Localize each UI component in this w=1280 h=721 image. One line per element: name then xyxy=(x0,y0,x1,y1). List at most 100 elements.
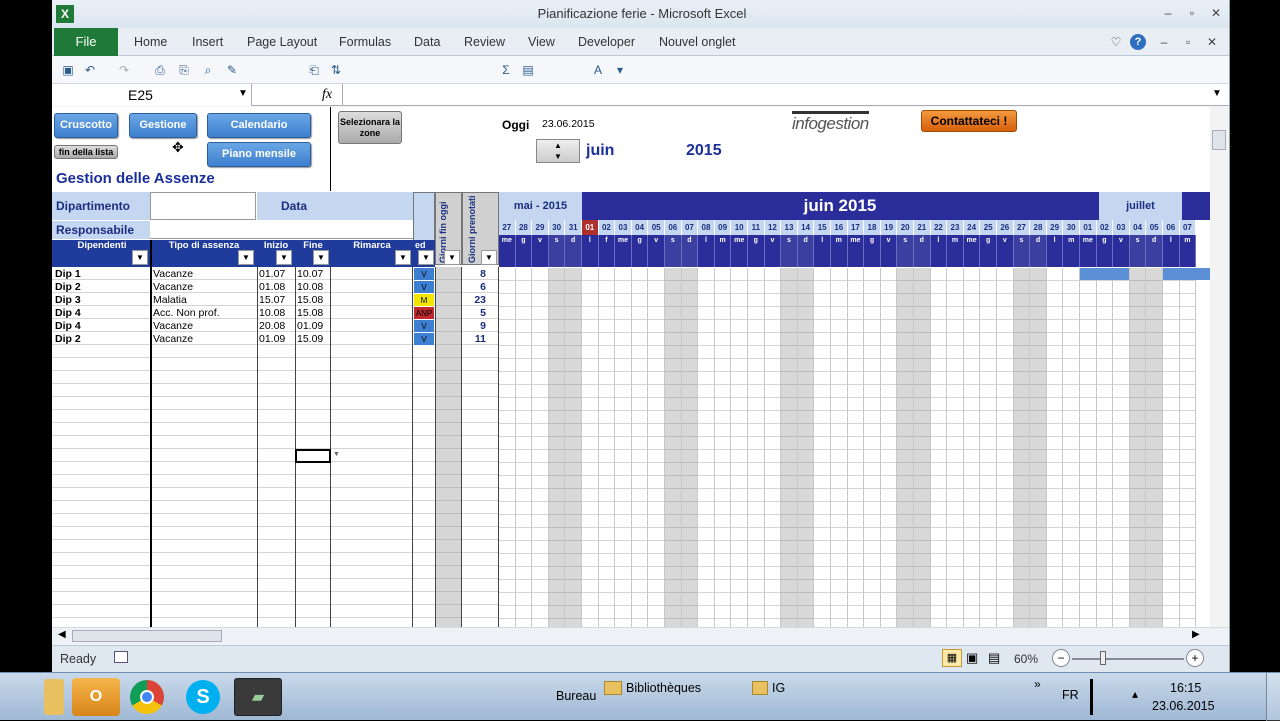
row-dipendente[interactable]: Dip 4 xyxy=(55,307,149,320)
row-dipendente[interactable]: Dip 3 xyxy=(55,294,149,307)
minimize-icon[interactable]: ‒ xyxy=(1160,6,1176,20)
calendar-day-column[interactable] xyxy=(781,268,798,627)
zoom-slider-thumb[interactable] xyxy=(1100,651,1106,665)
filter-inizio-dropdown[interactable]: ▼ xyxy=(276,250,292,265)
row-fine[interactable]: 15.08 xyxy=(297,294,330,307)
tab-nouvel-onglet[interactable]: Nouvel onglet xyxy=(659,35,735,49)
hscroll-thumb[interactable] xyxy=(72,630,222,642)
toolbar-overflow-icon[interactable]: » xyxy=(1034,677,1041,691)
row-giorni[interactable]: 5 xyxy=(462,307,498,320)
selected-cell[interactable] xyxy=(295,449,331,463)
row-giorni[interactable]: 6 xyxy=(462,281,498,294)
row-inizio[interactable]: 15.07 xyxy=(259,294,295,307)
row-tipo[interactable]: Malatia xyxy=(153,294,256,307)
calendar-day-column[interactable] xyxy=(499,268,516,627)
row-giorni[interactable]: 9 xyxy=(462,320,498,333)
excel-icon[interactable]: X xyxy=(56,5,74,23)
zoom-out-icon[interactable]: − xyxy=(1052,649,1070,667)
scroll-left-icon[interactable]: ◀ xyxy=(58,629,66,640)
filter-ed-dropdown[interactable]: ▼ xyxy=(418,250,434,265)
row-code[interactable]: V xyxy=(414,333,434,346)
calendar-day-column[interactable] xyxy=(532,268,549,627)
page-layout-view-icon[interactable]: ▣ xyxy=(966,650,978,666)
filter-tipo-dropdown[interactable]: ▼ xyxy=(238,250,254,265)
filter-giorni-prenotati-dropdown[interactable]: ▼ xyxy=(481,250,497,265)
row-fine[interactable]: 01.09 xyxy=(297,320,330,333)
taskbar-bibliotheques[interactable]: Bibliothèques xyxy=(626,681,701,695)
row-giorni[interactable]: 8 xyxy=(462,268,498,281)
calendar-day-column[interactable] xyxy=(548,268,566,627)
cell-dropdown-icon[interactable]: ▼ xyxy=(333,451,340,458)
gestione-button[interactable]: Gestione xyxy=(129,113,197,138)
tab-developer[interactable]: Developer xyxy=(578,35,635,49)
row-giorni[interactable]: 11 xyxy=(462,333,498,346)
calendar-day-column[interactable] xyxy=(515,268,533,627)
camera-app-icon[interactable]: ▰ xyxy=(234,678,282,716)
calendar-day-column[interactable] xyxy=(1163,268,1180,627)
customize-qat-icon[interactable]: ▾ xyxy=(612,62,628,78)
skype-icon[interactable]: S xyxy=(186,680,220,714)
row-code[interactable]: V xyxy=(414,320,434,333)
language-indicator[interactable]: FR xyxy=(1062,688,1079,702)
calendar-day-column[interactable] xyxy=(714,268,732,627)
wb-restore-icon[interactable]: ▫ xyxy=(1180,35,1196,49)
row-tipo[interactable]: Vacanze xyxy=(153,320,256,333)
row-fine[interactable]: 15.09 xyxy=(297,333,330,346)
calendar-day-column[interactable] xyxy=(631,268,649,627)
filter-rimarca-dropdown[interactable]: ▼ xyxy=(395,250,411,265)
row-code[interactable]: ANP xyxy=(414,307,434,320)
calendar-day-column[interactable] xyxy=(1030,268,1047,627)
tab-view[interactable]: View xyxy=(528,35,555,49)
ribbon-collapse-icon[interactable]: ♡ xyxy=(1108,35,1124,49)
row-giorni[interactable]: 23 xyxy=(462,294,498,307)
calendar-day-column[interactable] xyxy=(648,268,665,627)
row-tipo[interactable]: Vacanze xyxy=(153,268,256,281)
outlook-icon[interactable]: O xyxy=(72,678,120,716)
fin-della-lista-button[interactable]: fin della lista xyxy=(54,145,118,159)
calendar-day-column[interactable] xyxy=(930,268,948,627)
calendar-day-column[interactable] xyxy=(914,268,931,627)
calendar-day-column[interactable] xyxy=(814,268,831,627)
tab-review[interactable]: Review xyxy=(464,35,505,49)
row-code[interactable]: V xyxy=(414,281,434,294)
responsabile-field[interactable] xyxy=(150,221,413,239)
calendar-day-column[interactable] xyxy=(1179,268,1197,627)
absence-bar[interactable] xyxy=(1080,268,1130,280)
print-preview-icon[interactable]: ⎘ xyxy=(176,62,192,78)
tab-data[interactable]: Data xyxy=(414,35,440,49)
calendar-day-column[interactable] xyxy=(1080,268,1097,627)
row-dipendente[interactable]: Dip 2 xyxy=(55,333,149,346)
zoom-in-icon[interactable]: + xyxy=(1186,649,1204,667)
row-fine[interactable]: 10.08 xyxy=(297,281,330,294)
row-inizio[interactable]: 01.08 xyxy=(259,281,295,294)
normal-view-icon[interactable]: ▦ xyxy=(942,649,962,667)
calendar-day-column[interactable] xyxy=(831,268,848,627)
horizontal-scrollbar[interactable]: ◀ ▶ xyxy=(52,627,1229,644)
calendar-day-column[interactable] xyxy=(665,268,682,627)
cruscotto-button[interactable]: Cruscotto xyxy=(54,113,118,138)
row-inizio[interactable]: 01.07 xyxy=(259,268,295,281)
calendar-day-column[interactable] xyxy=(1013,268,1031,627)
zoom-slider[interactable] xyxy=(1072,658,1184,660)
calendar-day-column[interactable] xyxy=(1063,268,1080,627)
month-spinner[interactable]: ▲ ▼ xyxy=(536,139,580,163)
explorer-icon[interactable] xyxy=(44,679,64,715)
zoom-icon[interactable]: ⌕ xyxy=(200,62,216,78)
piano-mensile-button[interactable]: Piano mensile xyxy=(207,142,311,167)
calendar-day-column[interactable] xyxy=(1129,268,1147,627)
calendar-day-column[interactable] xyxy=(1146,268,1163,627)
formula-expand-icon[interactable]: ▼ xyxy=(1212,88,1222,99)
zoom-level[interactable]: 60% xyxy=(1014,652,1038,666)
show-desktop-button[interactable] xyxy=(1266,673,1280,721)
row-code[interactable]: V xyxy=(414,268,434,281)
dipartimento-field[interactable] xyxy=(150,192,256,220)
format-painter-icon[interactable]: ✎ xyxy=(224,62,240,78)
data-field[interactable] xyxy=(331,192,413,220)
row-fine[interactable]: 10.07 xyxy=(297,268,330,281)
scroll-right-icon[interactable]: ▶ xyxy=(1192,629,1200,640)
restore-icon[interactable]: ▫ xyxy=(1184,6,1200,20)
calendar-day-column[interactable] xyxy=(997,268,1014,627)
calendar-day-column[interactable] xyxy=(880,268,898,627)
calendar-day-column[interactable] xyxy=(797,268,815,627)
macro-record-icon[interactable] xyxy=(114,651,128,663)
